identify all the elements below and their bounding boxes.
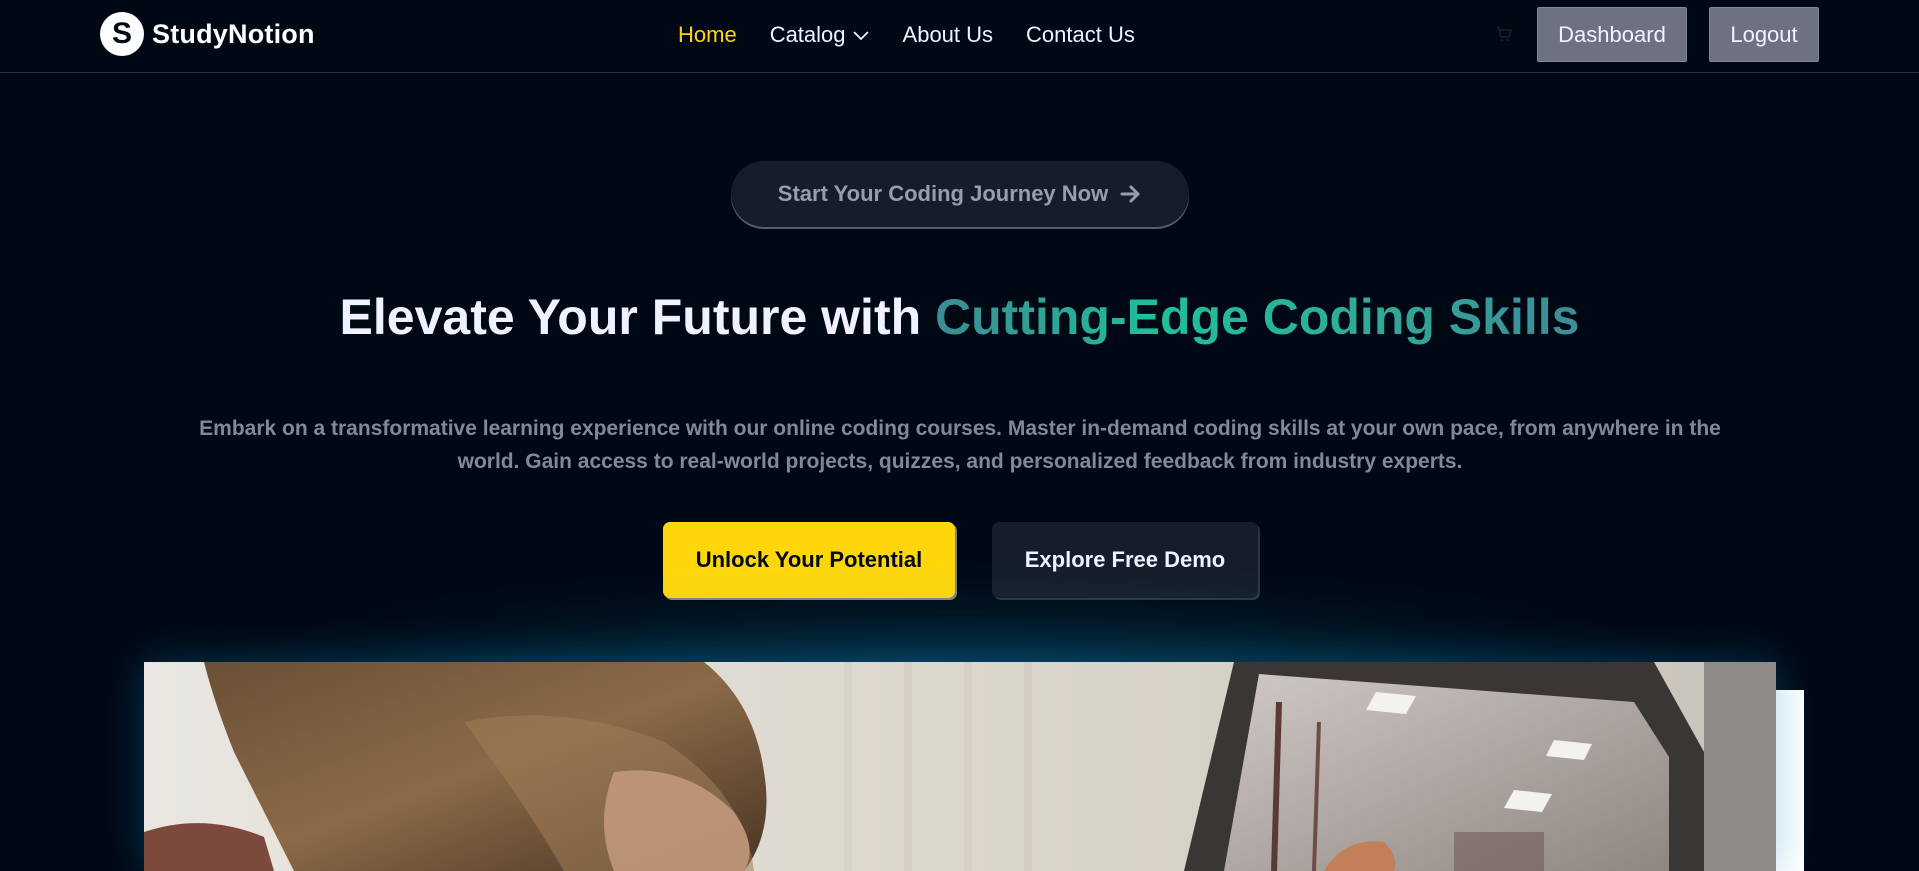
chevron-down-icon (852, 31, 869, 41)
cart-icon[interactable] (1496, 26, 1512, 42)
nav-item-contact[interactable]: Contact Us (1026, 22, 1135, 48)
nav-item-catalog-label: Catalog (769, 22, 846, 47)
subtext-line-1: Embark on a transformative learning expe… (199, 417, 1721, 440)
nav-item-about[interactable]: About Us (903, 22, 994, 48)
headline-plain: Elevate Your Future with (339, 289, 936, 345)
nav-item-catalog[interactable]: Catalog (770, 22, 870, 48)
explore-demo-button[interactable]: Explore Free Demo (992, 522, 1258, 598)
logout-button[interactable]: Logout (1709, 7, 1819, 62)
logo-mark: S (100, 12, 144, 56)
start-journey-label: Start Your Coding Journey Now (777, 181, 1109, 206)
arrow-right-icon (1120, 185, 1140, 203)
nav-item-home[interactable]: Home (678, 22, 737, 48)
hero-subtext: Embark on a transformative learning expe… (150, 412, 1770, 478)
logo[interactable]: S StudyNotion (100, 12, 315, 56)
subtext-line-2: world. Gain access to real-world project… (457, 450, 1463, 473)
hero-video-image (144, 662, 1776, 871)
hero-headline: Elevate Your Future with Cutting-Edge Co… (0, 288, 1919, 346)
unlock-potential-button[interactable]: Unlock Your Potential (663, 522, 955, 598)
nav-links: Home Catalog About Us Contact Us (678, 21, 1168, 49)
logo-text: StudyNotion (152, 18, 315, 49)
dashboard-button[interactable]: Dashboard (1537, 7, 1687, 62)
headline-highlight: Cutting-Edge Coding Skills (935, 289, 1580, 345)
hero-video[interactable] (144, 662, 1776, 871)
navbar: S StudyNotion Home Catalog About Us Cont… (0, 0, 1919, 73)
start-journey-button[interactable]: Start Your Coding Journey Now (731, 161, 1189, 227)
